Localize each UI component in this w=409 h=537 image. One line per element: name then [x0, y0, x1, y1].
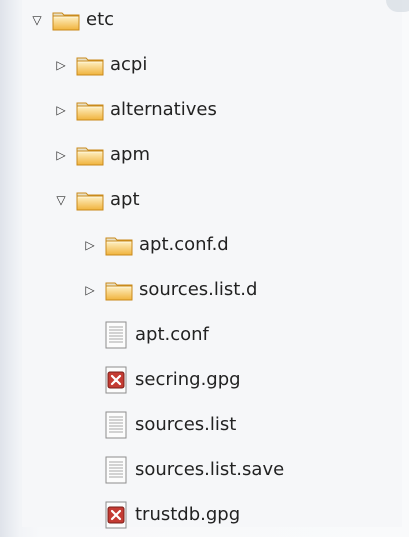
- folder-icon: [76, 144, 104, 166]
- tree-folder-apt[interactable]: ▽ apt: [54, 177, 140, 222]
- tree-item-label: sources.list.d: [139, 279, 258, 300]
- triangle-down-icon[interactable]: ▽: [54, 193, 68, 207]
- tree-item-label: apt: [110, 189, 140, 210]
- tree-file-sources.list[interactable]: sources.list: [83, 402, 236, 447]
- folder-icon: [76, 54, 104, 76]
- triangle-right-icon[interactable]: ▷: [54, 58, 68, 72]
- tree-folder-sources.list.d[interactable]: ▷ sources.list.d: [83, 267, 257, 312]
- tree-item-label: acpi: [110, 54, 148, 75]
- tree-item-label: etc: [86, 9, 115, 30]
- triangle-right-icon[interactable]: ▷: [54, 103, 68, 117]
- folder-icon: [52, 9, 80, 31]
- tree-file-secring.gpg[interactable]: secring.gpg: [83, 357, 241, 402]
- tree-item-label: apt.conf.d: [139, 234, 229, 255]
- text-file-icon: [105, 411, 127, 439]
- tree-item-label: sources.list: [135, 414, 237, 435]
- folder-icon: [105, 279, 133, 301]
- tree-folder-apt.conf.d[interactable]: ▷ apt.conf.d: [83, 222, 229, 267]
- tree-item-label: trustdb.gpg: [135, 504, 241, 525]
- tree-file-sources.list.save[interactable]: sources.list.save: [83, 447, 284, 492]
- tree-item-label: apm: [110, 144, 150, 165]
- tree-file-apt.conf[interactable]: apt.conf: [83, 312, 209, 357]
- folder-icon: [76, 99, 104, 121]
- triangle-right-icon[interactable]: ▷: [83, 283, 97, 297]
- triangle-down-icon[interactable]: ▽: [30, 13, 44, 27]
- tree-file-trustdb.gpg[interactable]: trustdb.gpg: [83, 492, 240, 537]
- folder-icon: [105, 234, 133, 256]
- text-file-icon: [105, 456, 127, 484]
- binary-file-icon: [105, 366, 127, 394]
- tree-item-label: alternatives: [110, 99, 217, 120]
- tree-item-label: apt.conf: [135, 324, 209, 345]
- text-file-icon: [105, 321, 127, 349]
- triangle-right-icon[interactable]: ▷: [83, 238, 97, 252]
- tree-folder-apm[interactable]: ▷ apm: [54, 132, 150, 177]
- tree-item-label: sources.list.save: [135, 459, 285, 480]
- binary-file-icon: [105, 501, 127, 529]
- tree-item-label: secring.gpg: [135, 369, 241, 390]
- tree-folder-etc[interactable]: ▽ etc: [30, 0, 114, 42]
- folder-icon: [76, 189, 104, 211]
- tree-folder-acpi[interactable]: ▷ acpi: [54, 42, 147, 87]
- tree-folder-alternatives[interactable]: ▷ alternatives: [54, 87, 217, 132]
- triangle-right-icon[interactable]: ▷: [54, 148, 68, 162]
